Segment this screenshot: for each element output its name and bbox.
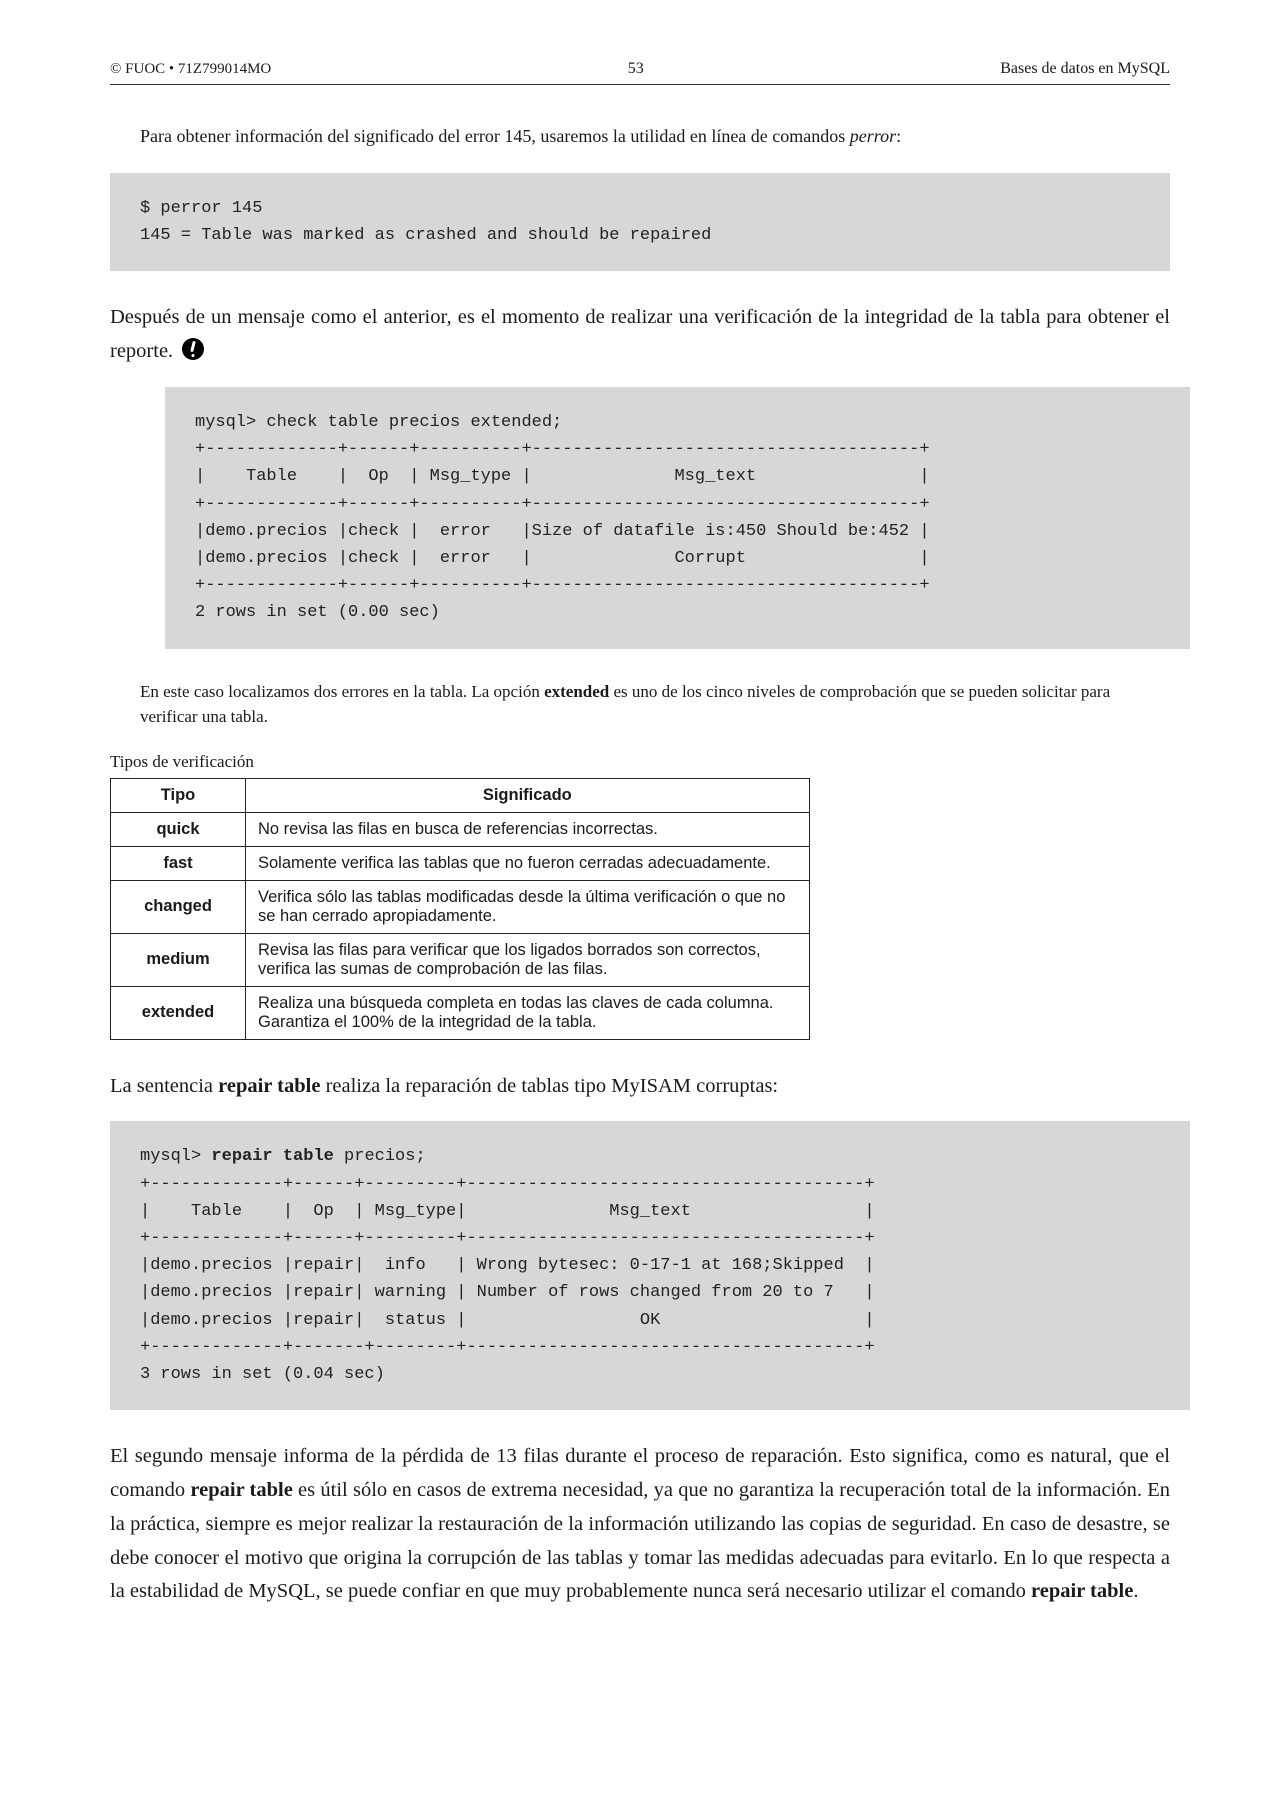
table-row: fast Solamente verifica las tablas que n… xyxy=(111,846,810,880)
table-row: changed Verifica sólo las tablas modific… xyxy=(111,880,810,933)
repair-text-a: La sentencia xyxy=(110,1075,218,1097)
repair-text-c: realiza la reparación de tablas tipo MyI… xyxy=(320,1075,778,1097)
cell-type: medium xyxy=(111,933,246,986)
intro-text-a: Para obtener información del significado… xyxy=(140,126,850,146)
perror-command: perror xyxy=(850,126,896,146)
code-prefix: mysql> xyxy=(140,1147,211,1166)
cell-type: quick xyxy=(111,812,246,846)
table-header-row: Tipo Significado xyxy=(111,778,810,812)
term-extended: extended xyxy=(544,682,609,701)
table-caption: Tipos de verificación xyxy=(110,752,1170,772)
table-row: quick No revisa las filas en busca de re… xyxy=(111,812,810,846)
term-repair-table: repair table xyxy=(218,1075,320,1097)
repair-explain-e: . xyxy=(1133,1580,1138,1602)
cell-desc: Revisa las filas para verificar que los … xyxy=(246,933,810,986)
intro-paragraph: Para obtener información del significado… xyxy=(110,123,1170,149)
note-extended: En este caso localizamos dos errores en … xyxy=(110,679,1170,730)
note-text-a: En este caso localizamos dos errores en … xyxy=(140,682,544,701)
cell-type: fast xyxy=(111,846,246,880)
col-header-desc: Significado xyxy=(246,778,810,812)
cell-desc: Realiza una búsqueda completa en todas l… xyxy=(246,986,810,1039)
paragraph-check-intro: Después de un mensaje como el anterior, … xyxy=(110,301,1170,369)
cell-desc: Solamente verifica las tablas que no fue… xyxy=(246,846,810,880)
code-perror: $ perror 145 145 = Table was marked as c… xyxy=(110,173,1170,271)
intro-text-c: : xyxy=(896,126,901,146)
paragraph-repair-intro: La sentencia repair table realiza la rep… xyxy=(110,1070,1170,1104)
verification-types-table: Tipo Significado quick No revisa las fil… xyxy=(110,778,810,1040)
cell-type: changed xyxy=(111,880,246,933)
page-header: © FUOC • 71Z799014MO 53 Bases de datos e… xyxy=(110,60,1170,85)
code-repair-table: mysql> repair table precios; +----------… xyxy=(110,1121,1190,1410)
cell-type: extended xyxy=(111,986,246,1039)
attention-icon xyxy=(182,338,204,360)
term-repair-table-3: repair table xyxy=(1031,1580,1133,1602)
code-bold-command: repair table xyxy=(211,1147,333,1166)
term-repair-table-2: repair table xyxy=(190,1479,292,1501)
paragraph-repair-explain: El segundo mensaje informa de la pérdida… xyxy=(110,1440,1170,1609)
table-row: medium Revisa las filas para verificar q… xyxy=(111,933,810,986)
header-right: Bases de datos en MySQL xyxy=(1000,60,1170,78)
col-header-type: Tipo xyxy=(111,778,246,812)
page: © FUOC • 71Z799014MO 53 Bases de datos e… xyxy=(0,0,1280,1717)
cell-desc: Verifica sólo las tablas modificadas des… xyxy=(246,880,810,933)
table-row: extended Realiza una búsqueda completa e… xyxy=(111,986,810,1039)
code-suffix: precios; +-------------+------+---------… xyxy=(140,1147,875,1384)
page-number: 53 xyxy=(628,60,644,78)
cell-desc: No revisa las filas en busca de referenc… xyxy=(246,812,810,846)
paragraph-check-text: Después de un mensaje como el anterior, … xyxy=(110,306,1170,362)
code-check-table: mysql> check table precios extended; +--… xyxy=(165,387,1190,649)
header-left: © FUOC • 71Z799014MO xyxy=(110,61,271,78)
